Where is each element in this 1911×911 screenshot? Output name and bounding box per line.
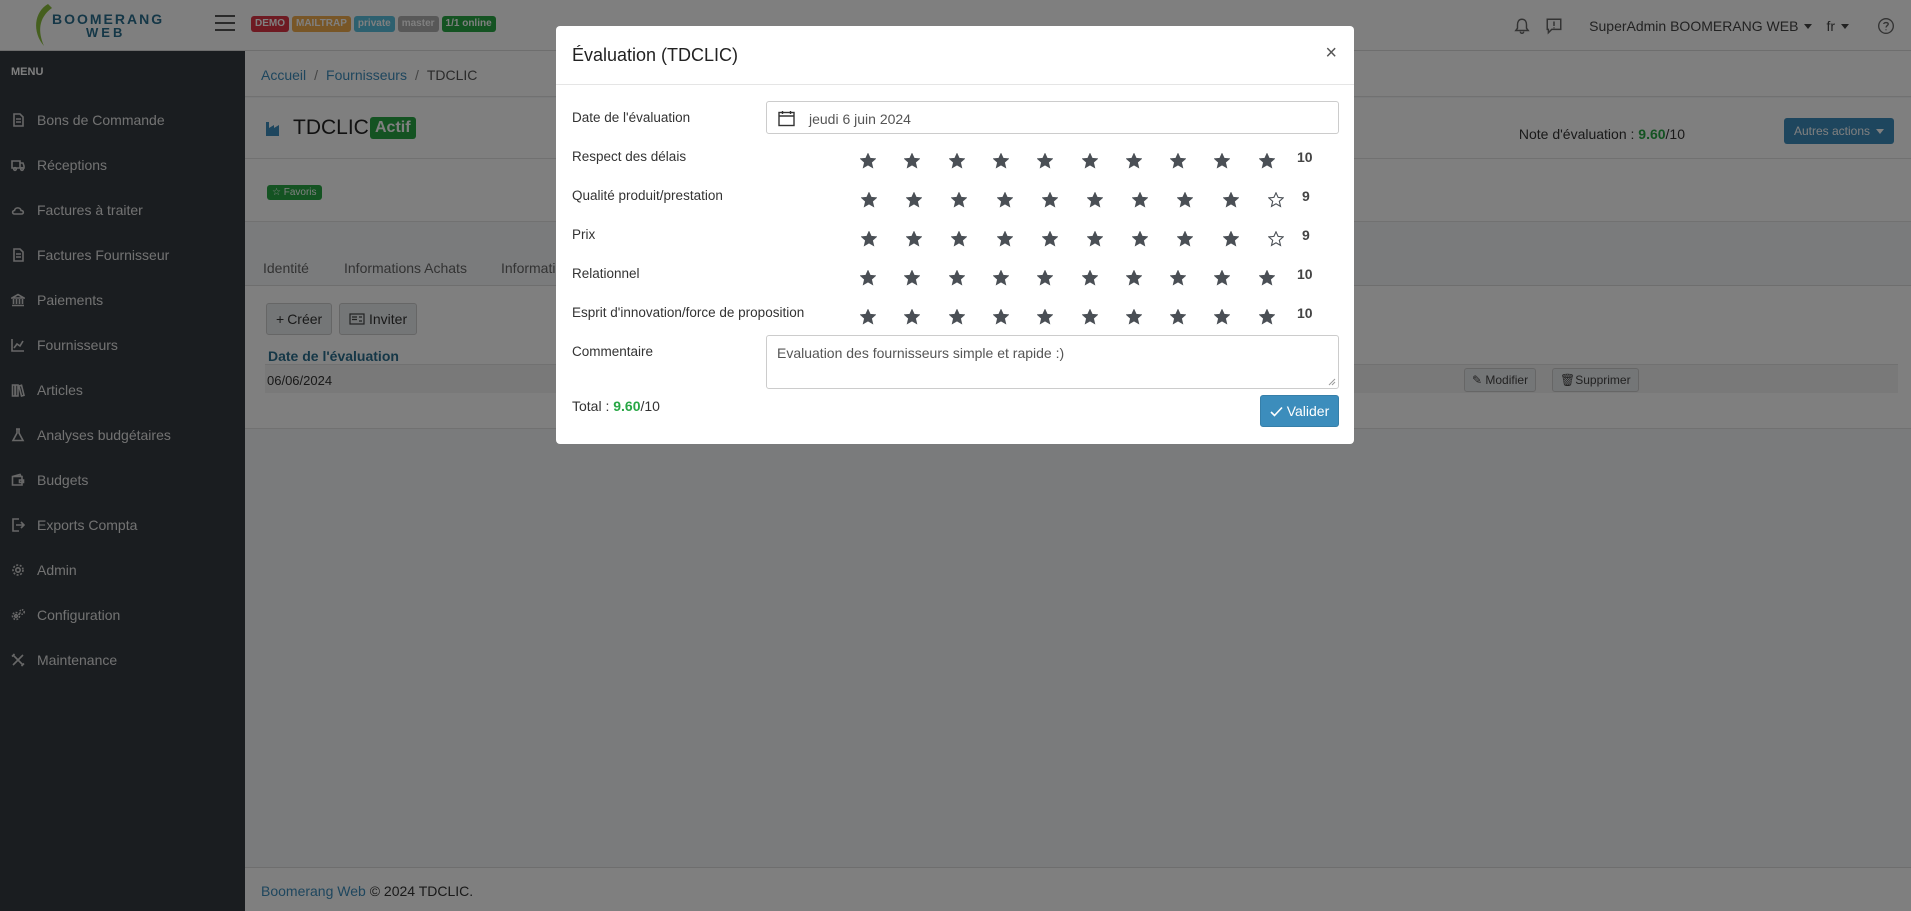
- criterion-label-innovation: Esprit d'innovation/force de proposition: [572, 305, 805, 320]
- criterion-score: 9: [1302, 227, 1310, 243]
- star-filled-icon[interactable]: [906, 231, 923, 247]
- star-filled-icon[interactable]: [1170, 270, 1187, 286]
- star-filled-icon[interactable]: [1258, 153, 1275, 169]
- star-filled-icon[interactable]: [906, 192, 923, 208]
- star-filled-icon[interactable]: [904, 309, 921, 325]
- star-filled-icon[interactable]: [1041, 192, 1058, 208]
- criterion-score: 10: [1297, 266, 1313, 282]
- star-filled-icon[interactable]: [1132, 231, 1149, 247]
- star-filled-icon[interactable]: [904, 270, 921, 286]
- star-filled-icon[interactable]: [860, 153, 876, 169]
- star-filled-icon[interactable]: [1037, 270, 1054, 286]
- star-filled-icon[interactable]: [1041, 231, 1058, 247]
- modal-title: Évaluation (TDCLIC): [572, 45, 739, 65]
- star-filled-icon[interactable]: [1081, 153, 1098, 169]
- star-filled-icon[interactable]: [1214, 153, 1231, 169]
- star-filled-icon[interactable]: [1081, 309, 1098, 325]
- star-filled-icon[interactable]: [1170, 309, 1187, 325]
- resize-handle-icon[interactable]: [1328, 378, 1336, 386]
- star-filled-icon[interactable]: [861, 192, 877, 208]
- star-filled-icon[interactable]: [1258, 270, 1275, 286]
- criterion-label-qualite: Qualité produit/prestation: [572, 188, 723, 203]
- modal-header: Évaluation (TDCLIC) ×: [556, 26, 1354, 85]
- close-icon[interactable]: ×: [1325, 42, 1337, 65]
- star-filled-icon[interactable]: [992, 270, 1009, 286]
- calendar-icon: [778, 111, 795, 127]
- star-filled-icon[interactable]: [1132, 192, 1149, 208]
- star-filled-icon[interactable]: [1087, 231, 1103, 247]
- criterion-label-relationnel: Relationnel: [572, 266, 640, 281]
- validate-label: Valider: [1286, 403, 1330, 419]
- check-icon: [1270, 406, 1283, 417]
- star-filled-icon[interactable]: [1125, 153, 1142, 169]
- total-max: /10: [640, 398, 660, 414]
- star-filled-icon[interactable]: [996, 231, 1013, 247]
- star-filled-icon[interactable]: [860, 309, 876, 325]
- star-filled-icon[interactable]: [1214, 309, 1231, 325]
- star-filled-icon[interactable]: [1222, 192, 1239, 208]
- star-filled-icon[interactable]: [1258, 309, 1275, 325]
- criterion-score: 10: [1297, 149, 1313, 165]
- validate-button[interactable]: Valider: [1260, 395, 1339, 427]
- criterion-score: 10: [1297, 305, 1313, 321]
- star-filled-icon[interactable]: [1081, 270, 1098, 286]
- total-label: Total :: [572, 398, 614, 414]
- star-filled-icon[interactable]: [1125, 270, 1142, 286]
- star-filled-icon[interactable]: [951, 192, 968, 208]
- comment-label: Commentaire: [572, 344, 654, 359]
- evaluation-date-field[interactable]: jeudi 6 juin 2024: [766, 101, 1339, 134]
- star-filled-icon[interactable]: [996, 192, 1013, 208]
- evaluation-modal: Évaluation (TDCLIC) × Date de l'évaluati…: [556, 26, 1354, 444]
- star-filled-icon[interactable]: [992, 309, 1009, 325]
- comment-textarea[interactable]: Evaluation des fournisseurs simple et ra…: [766, 335, 1339, 389]
- star-filled-icon[interactable]: [948, 153, 965, 169]
- star-filled-icon[interactable]: [1037, 309, 1054, 325]
- star-filled-icon[interactable]: [860, 270, 876, 286]
- star-filled-icon[interactable]: [1170, 153, 1187, 169]
- star-filled-icon[interactable]: [1087, 192, 1103, 208]
- star-filled-icon[interactable]: [1125, 309, 1142, 325]
- star-empty-icon[interactable]: [1267, 231, 1284, 247]
- star-filled-icon[interactable]: [1222, 231, 1239, 247]
- star-filled-icon[interactable]: [1177, 231, 1194, 247]
- criterion-label-delais: Respect des délais: [572, 149, 687, 164]
- star-filled-icon[interactable]: [948, 309, 965, 325]
- star-filled-icon[interactable]: [951, 231, 968, 247]
- star-filled-icon[interactable]: [861, 231, 877, 247]
- date-value: jeudi 6 juin 2024: [809, 111, 911, 127]
- star-filled-icon[interactable]: [904, 153, 921, 169]
- star-filled-icon[interactable]: [1037, 153, 1054, 169]
- criterion-score: 9: [1302, 188, 1310, 204]
- star-filled-icon[interactable]: [948, 270, 965, 286]
- star-filled-icon[interactable]: [1177, 192, 1194, 208]
- star-filled-icon[interactable]: [1214, 270, 1231, 286]
- star-filled-icon[interactable]: [992, 153, 1009, 169]
- criterion-label-prix: Prix: [572, 227, 596, 242]
- total-value: 9.60: [613, 398, 641, 414]
- star-empty-icon[interactable]: [1267, 192, 1284, 208]
- total-score: Total : 9.60/10: [572, 398, 660, 414]
- comment-text: Evaluation des fournisseurs simple et ra…: [777, 345, 1065, 361]
- date-label: Date de l'évaluation: [572, 110, 691, 125]
